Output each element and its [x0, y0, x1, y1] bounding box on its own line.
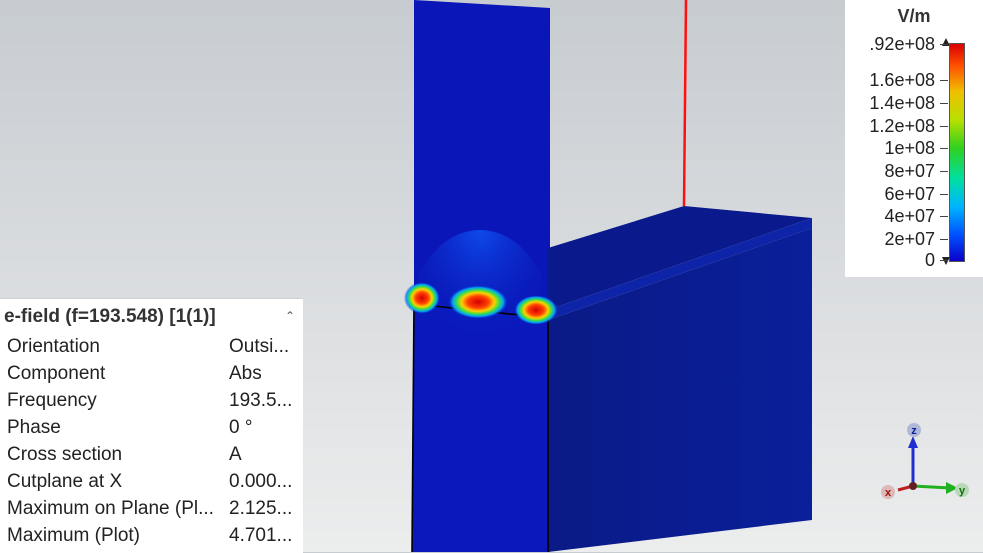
property-key: Orientation [7, 336, 100, 357]
property-row[interactable]: Phase 0 ° [7, 417, 297, 444]
property-row[interactable]: Cross section A [7, 444, 297, 471]
property-value: 0 ° [229, 417, 253, 438]
property-key: Cross section [7, 444, 123, 465]
legend-tick-mark [940, 194, 948, 195]
legend-tick-mark [940, 260, 948, 261]
legend-tick-label: 1e+08 [884, 138, 935, 158]
color-legend: V/m .92e+08 1.6e+08 1.4e+08 1.2e+08 1e+08 8e+… [845, 0, 983, 277]
property-row[interactable]: Maximum on Plane (Pl... 2.125... [7, 498, 297, 525]
y-axis-label: y [959, 485, 966, 497]
property-row[interactable]: Cutplane at X 0.000... [7, 471, 297, 498]
field-hotspot-2 [448, 285, 508, 319]
collapse-chevron-icon[interactable]: ⌃ [285, 309, 295, 323]
field-hotspot-1 [404, 282, 440, 314]
legend-unit: V/m [897, 6, 931, 26]
property-row[interactable]: Maximum (Plot) 4.701... [7, 525, 297, 552]
legend-tick-label: 0 [924, 250, 935, 270]
legend-tick-mark [940, 216, 948, 217]
property-value: 2.125... [229, 498, 293, 519]
legend-tick-mark [940, 126, 948, 127]
panel-title: e-field (f=193.548) [1(1)] [4, 306, 216, 327]
property-row[interactable]: Orientation Outsi... [7, 336, 297, 363]
property-value: Outsi... [229, 336, 290, 357]
legend-tick-label: 2e+07 [884, 229, 935, 249]
z-axis-label: z [911, 425, 917, 437]
property-key: Component [7, 363, 106, 384]
legend-tick-mark [940, 103, 948, 104]
property-key: Maximum on Plane (Pl... [7, 498, 214, 519]
property-key: Cutplane at X [7, 471, 123, 492]
property-row[interactable]: Component Abs [7, 363, 297, 390]
axes-origin [909, 482, 917, 490]
legend-tick-label: 1.6e+08 [869, 70, 935, 90]
legend-tick-mark [940, 239, 948, 240]
property-key: Frequency [7, 390, 97, 411]
property-row[interactable]: Frequency 193.5... [7, 390, 297, 417]
plot-info-panel: e-field (f=193.548) [1(1)] ⌃ Orientation… [0, 298, 303, 553]
legend-tick-mark [940, 148, 948, 149]
axes-triad[interactable]: z y x [881, 423, 969, 499]
z-arrowhead [908, 436, 918, 448]
property-key: Phase [7, 417, 61, 438]
legend-color-bar [949, 43, 965, 262]
legend-tick-label: 8e+07 [884, 161, 935, 181]
legend-tick-label: 1.4e+08 [869, 93, 935, 113]
legend-tick-mark [940, 44, 948, 45]
legend-tick-label: 6e+07 [884, 184, 935, 204]
property-value: 4.701... [229, 525, 293, 546]
property-value: 193.5... [229, 390, 293, 411]
legend-tick-mark [940, 80, 948, 81]
property-value: Abs [229, 363, 262, 384]
source-line [682, 0, 688, 207]
legend-tick-label: 1.2e+08 [869, 116, 935, 136]
legend-tick-label: 4e+07 [884, 206, 935, 226]
legend-tick-label: .92e+08 [869, 34, 935, 54]
property-value: A [229, 444, 242, 465]
field-hotspot-3 [514, 295, 558, 325]
property-key: Maximum (Plot) [7, 525, 141, 546]
x-axis-label: x [885, 487, 892, 499]
y-axis [912, 484, 951, 490]
property-value: 0.000... [229, 471, 293, 492]
legend-tick-mark [940, 171, 948, 172]
legend-min-arrow-icon [942, 257, 950, 265]
